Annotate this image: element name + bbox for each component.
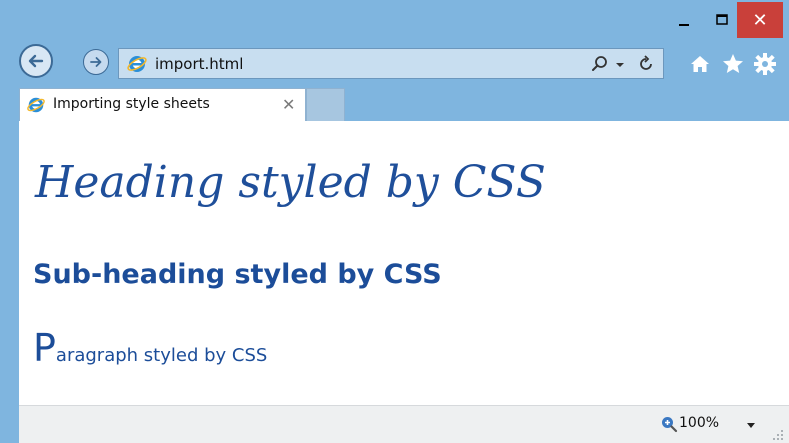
maximize-button[interactable] bbox=[703, 2, 741, 38]
maximize-icon bbox=[716, 14, 728, 25]
page-content: Heading styled by CSS Sub-heading styled… bbox=[19, 121, 789, 405]
ie-icon bbox=[27, 97, 45, 113]
gear-icon[interactable] bbox=[752, 51, 778, 77]
window-frame bbox=[0, 121, 19, 443]
close-window-button[interactable]: ✕ bbox=[737, 2, 783, 38]
forward-button[interactable] bbox=[83, 49, 109, 75]
page-heading: Heading styled by CSS bbox=[35, 157, 546, 208]
back-button[interactable] bbox=[19, 44, 53, 78]
page-subheading: Sub-heading styled by CSS bbox=[33, 259, 442, 290]
minimize-icon bbox=[679, 24, 689, 26]
zoom-icon[interactable] bbox=[660, 415, 678, 433]
star-icon[interactable] bbox=[721, 52, 745, 76]
search-icon[interactable] bbox=[589, 53, 611, 75]
zoom-level[interactable]: 100% bbox=[679, 415, 719, 431]
close-icon: ✕ bbox=[752, 9, 768, 31]
tab-importing-style-sheets[interactable]: Importing style sheets ✕ bbox=[19, 88, 306, 121]
minimize-button[interactable] bbox=[665, 2, 703, 38]
paragraph-text: aragraph styled by CSS bbox=[55, 345, 268, 366]
close-tab-icon[interactable]: ✕ bbox=[282, 95, 295, 114]
ie-icon bbox=[127, 56, 147, 72]
browser-window: ✕ import.html Importing style sheets ✕ H… bbox=[0, 0, 789, 443]
refresh-icon[interactable] bbox=[635, 53, 657, 75]
tab-title: Importing style sheets bbox=[53, 96, 210, 112]
forward-arrow-icon bbox=[90, 57, 102, 67]
address-bar[interactable]: import.html bbox=[118, 48, 664, 79]
back-arrow-icon bbox=[28, 54, 44, 68]
page-paragraph: Paragraph styled by CSS bbox=[33, 329, 267, 367]
home-icon[interactable] bbox=[688, 52, 712, 76]
new-tab-button[interactable] bbox=[306, 88, 345, 121]
chevron-down-icon[interactable] bbox=[615, 61, 625, 69]
address-url[interactable]: import.html bbox=[155, 55, 243, 73]
status-bar: 100% bbox=[19, 405, 789, 443]
resize-grip-icon[interactable] bbox=[771, 428, 785, 442]
chevron-down-icon[interactable] bbox=[746, 422, 756, 429]
title-bar: ✕ bbox=[0, 0, 789, 42]
paragraph-first-letter: P bbox=[33, 326, 56, 370]
